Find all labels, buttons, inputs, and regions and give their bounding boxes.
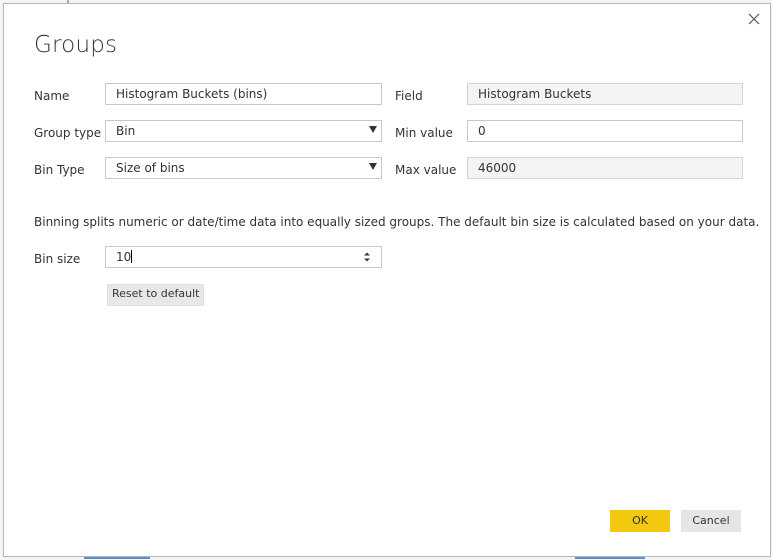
min-value-text: 0 [478, 124, 486, 138]
group-type-select[interactable]: Bin [105, 120, 382, 142]
max-value-text: 46000 [478, 161, 517, 175]
binning-description: Binning splits numeric or date/time data… [34, 215, 760, 229]
name-label: Name [34, 89, 70, 103]
groups-dialog: Groups Name Histogram Buckets (bins) Fie… [3, 3, 771, 557]
bin-size-label: Bin size [34, 252, 81, 266]
name-input[interactable]: Histogram Buckets (bins) [105, 83, 382, 105]
background-decoration [575, 557, 645, 559]
chevron-down-icon [369, 163, 377, 170]
field-label: Field [395, 89, 423, 103]
bin-type-value: Size of bins [116, 161, 185, 175]
close-icon[interactable] [746, 11, 762, 27]
text-cursor [131, 250, 133, 263]
min-value-label: Min value [395, 126, 453, 140]
field-input-value: Histogram Buckets [478, 87, 592, 101]
group-type-value: Bin [116, 124, 136, 138]
bin-size-value: 10 [116, 250, 132, 264]
reset-to-default-button[interactable]: Reset to default [107, 284, 205, 306]
bin-size-stepper[interactable]: 10 [105, 246, 382, 268]
max-value-input: 46000 [467, 157, 743, 179]
ok-button[interactable]: OK [610, 510, 670, 532]
name-input-value: Histogram Buckets (bins) [116, 87, 268, 101]
dialog-title: Groups [34, 32, 118, 58]
bin-type-label: Bin Type [34, 163, 85, 177]
spinner-arrows-icon[interactable] [363, 251, 371, 263]
group-type-label: Group type [34, 126, 102, 140]
field-input: Histogram Buckets [467, 83, 743, 105]
cancel-button[interactable]: Cancel [681, 510, 741, 532]
min-value-input[interactable]: 0 [467, 120, 743, 142]
max-value-label: Max value [395, 163, 457, 177]
background-decoration [84, 557, 150, 559]
chevron-down-icon [369, 126, 377, 133]
bin-type-select[interactable]: Size of bins [105, 157, 382, 179]
